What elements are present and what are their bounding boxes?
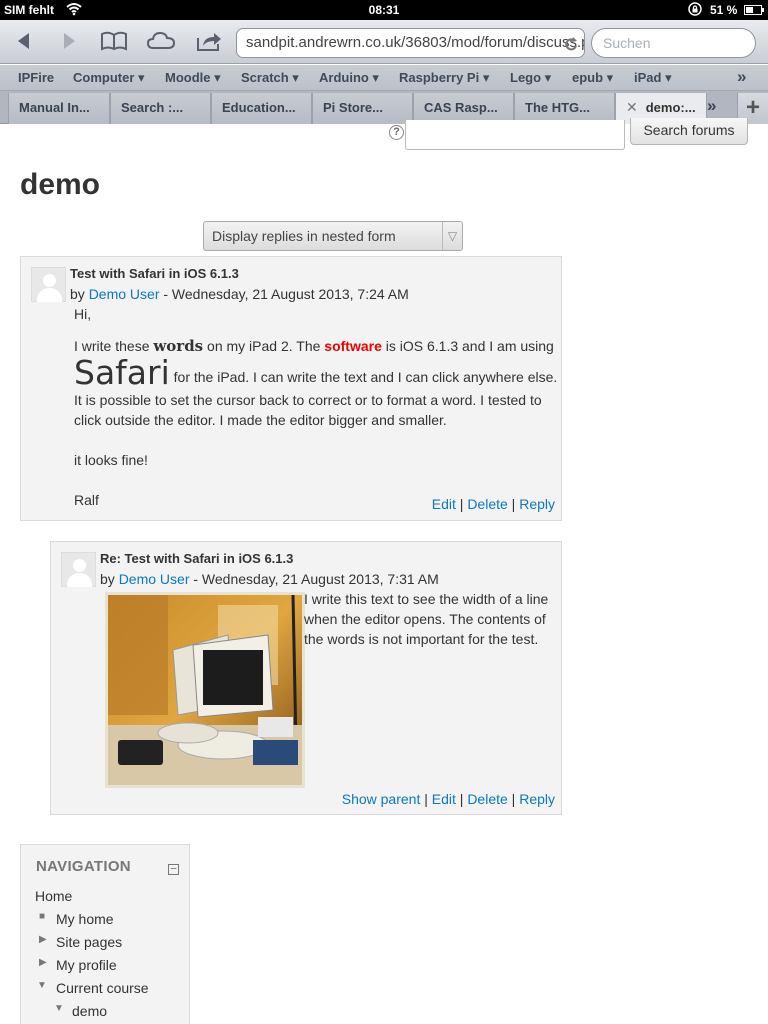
nav-site-pages[interactable]: Site pages — [56, 934, 122, 950]
nav-home[interactable]: Home — [35, 888, 72, 904]
post-paragraph: it looks fine! — [74, 452, 148, 468]
post-byline: by Demo User - Wednesday, 21 August 2013… — [70, 286, 409, 302]
navigation-title: NAVIGATION — [36, 858, 131, 875]
post-subject: Re: Test with Safari in iOS 6.1.3 — [100, 551, 294, 566]
formatted-word: Safari — [74, 353, 170, 392]
collapse-arrow-icon[interactable]: ▼ — [37, 980, 47, 991]
forum-post-reply: Re: Test with Safari in iOS 6.1.3 by Dem… — [50, 541, 562, 815]
bookmarks-book-icon[interactable] — [99, 28, 129, 54]
post-content: Hi, I write these words on my iPad 2. Th… — [74, 304, 558, 520]
edit-link[interactable]: Edit — [432, 791, 456, 807]
square-bullet-icon: ■ — [39, 911, 46, 922]
bookmark-folder[interactable]: iPad ▾ — [634, 70, 672, 86]
delete-link[interactable]: Delete — [467, 791, 507, 807]
bookmark-folder[interactable]: epub ▾ — [572, 70, 613, 86]
post-byline: by Demo User - Wednesday, 21 August 2013… — [100, 571, 439, 587]
expand-arrow-icon[interactable]: ▶ — [39, 934, 47, 945]
delete-link[interactable]: Delete — [467, 496, 507, 512]
display-mode-select[interactable]: Display replies in nested form ▽ — [203, 221, 463, 251]
close-tab-icon[interactable]: ✕ — [626, 99, 638, 115]
author-link[interactable]: Demo User — [119, 571, 190, 587]
collapse-icon[interactable]: – — [168, 864, 179, 875]
status-bar: SIM fehlt 08:31 51 % — [0, 0, 768, 20]
post-photo — [105, 592, 305, 788]
rotation-lock-icon — [688, 2, 702, 19]
author-link[interactable]: Demo User — [89, 286, 160, 302]
expand-arrow-icon[interactable]: ▶ — [39, 957, 47, 968]
bookmarks-bar: IPFire Computer ▾ Moodle ▾ Scratch ▾ Ard… — [0, 65, 768, 91]
help-icon[interactable]: ? — [389, 125, 404, 140]
web-search-placeholder: Suchen — [603, 35, 651, 51]
page-title: demo — [20, 168, 101, 201]
forum-post: Test with Safari in iOS 6.1.3 by Demo Us… — [20, 256, 562, 521]
active-tab-label: demo:... — [645, 100, 696, 115]
more-tabs-icon[interactable]: » — [707, 96, 716, 116]
post-paragraph: I write these words on my iPad 2. The so… — [74, 337, 558, 428]
clock: 08:31 — [368, 3, 400, 17]
avatar[interactable] — [31, 267, 66, 302]
browser-tab[interactable]: Search :... — [110, 93, 211, 124]
web-search-input[interactable]: Suchen — [591, 28, 756, 58]
reload-icon[interactable] — [563, 29, 579, 57]
navigation-block: NAVIGATION – Home ■ My home ▶ Site pages… — [20, 844, 190, 1024]
reply-link[interactable]: Reply — [519, 496, 555, 512]
post-commands: Show parent | Edit | Delete | Reply — [341, 791, 555, 807]
bookmark-folder[interactable]: Raspberry Pi ▾ — [399, 70, 489, 86]
nav-my-profile[interactable]: My profile — [56, 957, 117, 973]
browser-tab[interactable]: Education... — [211, 93, 312, 124]
bookmark-folder[interactable]: Computer ▾ — [73, 70, 145, 86]
chevron-down-icon: ▽ — [442, 222, 462, 250]
nav-course-demo[interactable]: demo — [72, 1003, 107, 1019]
browser-toolbar: sandpit.andrewrn.co.uk/36803/mod/forum/d… — [0, 20, 768, 64]
bookmark-folder[interactable]: Scratch ▾ — [241, 70, 299, 86]
browser-tab[interactable]: Manual In... — [8, 93, 110, 124]
search-forums-button[interactable]: Search forums — [630, 118, 748, 145]
edit-link[interactable]: Edit — [432, 496, 456, 512]
show-parent-link[interactable]: Show parent — [342, 791, 421, 807]
post-subject: Test with Safari in iOS 6.1.3 — [70, 266, 239, 281]
post-content: I write this text to see the width of a … — [304, 591, 549, 647]
bookmark-folder[interactable]: Moodle ▾ — [165, 70, 221, 86]
bookmark-folder[interactable]: Arduino ▾ — [319, 70, 379, 86]
battery-icon — [744, 5, 764, 15]
avatar[interactable] — [61, 552, 96, 587]
more-bookmarks-icon[interactable]: » — [737, 67, 746, 87]
post-commands: Edit | Delete | Reply — [431, 496, 555, 512]
display-mode-value: Display replies in nested form — [212, 228, 396, 244]
post-greeting: Hi, — [74, 306, 92, 322]
reply-link[interactable]: Reply — [519, 791, 555, 807]
bookmark-item[interactable]: IPFire — [18, 70, 54, 85]
formatted-word: software — [324, 338, 382, 354]
bookmark-folder[interactable]: Lego ▾ — [510, 70, 551, 86]
address-bar[interactable]: sandpit.andrewrn.co.uk/36803/mod/forum/d… — [236, 28, 585, 58]
browser-tab[interactable]: Pi Store... — [312, 93, 413, 124]
nav-current-course[interactable]: Current course — [56, 980, 149, 996]
share-icon[interactable] — [194, 28, 224, 54]
collapse-arrow-icon[interactable]: ▼ — [54, 1003, 64, 1014]
back-arrow-icon[interactable] — [9, 28, 39, 54]
forum-search-input[interactable] — [405, 120, 625, 150]
icloud-tabs-icon[interactable] — [146, 28, 176, 54]
battery-percent: 51 % — [710, 3, 738, 17]
nav-my-home[interactable]: My home — [56, 911, 114, 927]
forward-arrow-icon[interactable] — [54, 28, 84, 54]
url-text: sandpit.andrewrn.co.uk/36803/mod/forum/d… — [246, 34, 585, 51]
